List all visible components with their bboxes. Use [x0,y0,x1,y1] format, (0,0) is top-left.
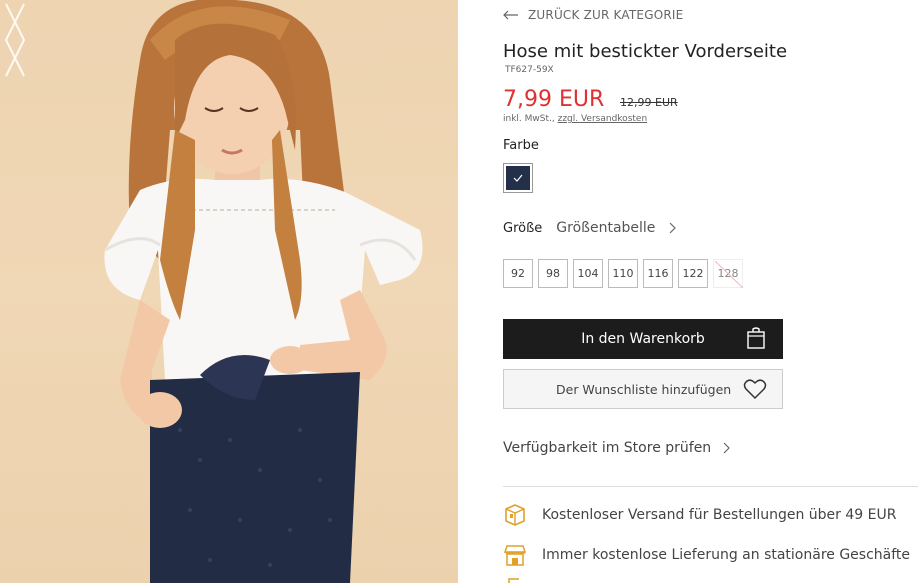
arrow-left-icon [503,10,518,20]
shipping-cost-link[interactable]: zzgl. Versandkosten [558,114,648,124]
gallery-next-icon[interactable] [0,0,30,80]
product-image-gallery [0,0,458,583]
product-title: Hose mit bestickter Vorderseite [503,41,788,62]
store-availability-label: Verfügbarkeit im Store prüfen [503,440,712,456]
add-to-cart-label: In den Warenkorb [581,331,705,347]
size-option-label: 116 [647,267,669,280]
tax-text: inkl. MwSt., [503,114,558,124]
size-option-label: 92 [511,267,525,280]
product-sku: TF627-59X [505,65,554,75]
old-price: 12,99 EUR [620,96,678,109]
perk-store-delivery: Immer kostenlose Lieferung an stationäre… [503,543,910,567]
size-option-92[interactable]: 92 [503,259,533,288]
unavailable-strike-icon [714,260,744,289]
divider [503,486,918,487]
perk-free-shipping: Kostenloser Versand für Bestellungen übe… [503,503,896,527]
size-label: Größe [503,220,543,236]
color-label: Farbe [503,138,539,153]
tax-note: inkl. MwSt., zzgl. Versandkosten [503,114,647,124]
perk-text: Kostenloser Versand für Bestellungen übe… [542,507,897,523]
return-icon [508,578,519,583]
product-info-panel: ZURÜCK ZUR KATEGORIE Hose mit bestickter… [503,0,918,583]
store-icon [503,545,527,566]
back-to-category-link[interactable]: ZURÜCK ZUR KATEGORIE [503,8,683,22]
delivery-box-icon [505,504,525,526]
shopping-bag-icon [747,327,765,349]
chevron-right-icon [723,442,731,454]
chevron-right-icon[interactable] [669,222,677,234]
add-to-wishlist-label: Der Wunschliste hinzufügen [556,381,732,397]
color-swatch-navy[interactable] [503,163,533,193]
size-option-104[interactable]: 104 [573,259,603,288]
size-option-label: 110 [612,267,634,280]
size-header: Größe Größentabelle [503,220,677,236]
current-price: 7,99 EUR [503,87,605,112]
back-label: ZURÜCK ZUR KATEGORIE [528,8,684,22]
swatch-fill [506,166,530,190]
size-option-116[interactable]: 116 [643,259,673,288]
add-to-cart-button[interactable]: In den Warenkorb [503,319,783,359]
size-option-label: 104 [577,267,599,280]
size-option-128-unavailable[interactable]: 128 [713,259,744,289]
heart-icon [743,379,767,400]
store-availability-link[interactable]: Verfügbarkeit im Store prüfen [503,440,731,456]
product-photo [104,0,423,583]
size-chart-link[interactable]: Größentabelle [556,220,655,236]
size-option-122[interactable]: 122 [678,259,708,288]
size-option-label: 98 [546,267,560,280]
size-option-110[interactable]: 110 [608,259,638,288]
size-option-98[interactable]: 98 [538,259,568,288]
check-icon [513,174,523,182]
add-to-wishlist-button[interactable]: Der Wunschliste hinzufügen [503,369,783,409]
size-options: 92 98 104 110 116 122 128 [503,259,748,289]
size-option-label: 122 [682,267,704,280]
perk-text: Immer kostenlose Lieferung an stationäre… [542,547,911,563]
